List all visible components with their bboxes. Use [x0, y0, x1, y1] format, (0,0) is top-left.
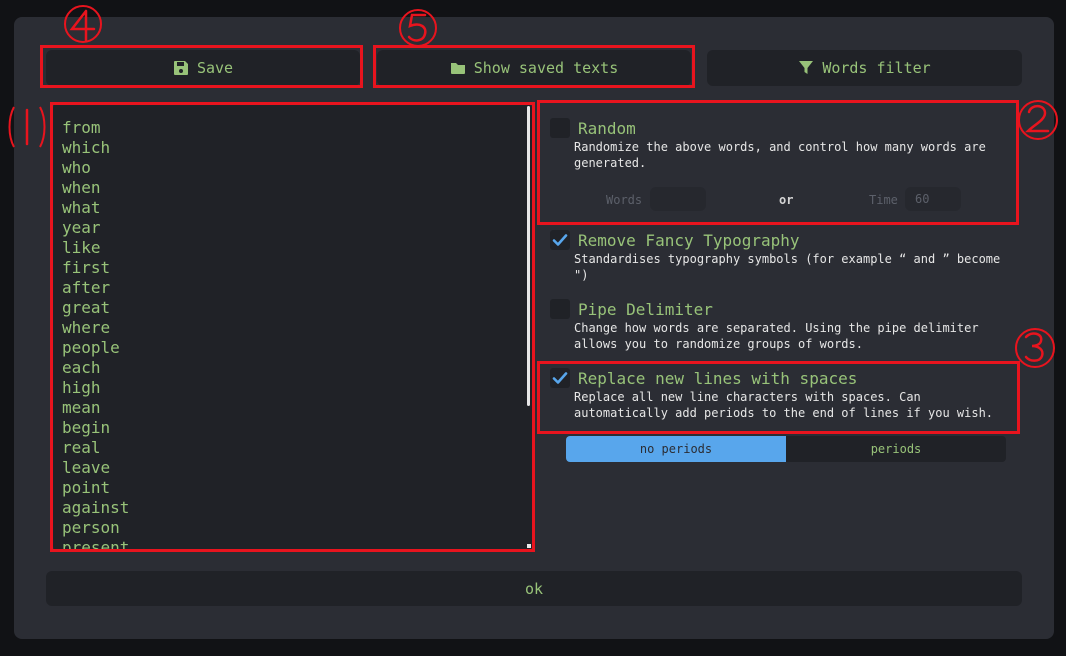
- fancy-typography-description: Standardises typography symbols (for exa…: [574, 252, 1001, 282]
- words-filter-label: Words filter: [822, 59, 931, 77]
- fancy-typography-checkbox[interactable]: [550, 230, 570, 250]
- filter-icon: [799, 61, 814, 74]
- ok-button[interactable]: ok: [46, 571, 1022, 606]
- annotation-4-icon: [64, 5, 102, 43]
- annotation-1-icon: [8, 106, 46, 148]
- annotation-box-editor: [50, 102, 535, 552]
- pipe-delimiter-description: Change how words are separated. Using th…: [574, 321, 979, 351]
- periods-toggle: no periods periods: [566, 436, 1006, 462]
- pipe-delimiter-title: Pipe Delimiter: [578, 300, 713, 319]
- annotation-box-show-saved: [373, 45, 695, 88]
- checkmark-icon: [552, 234, 568, 246]
- pipe-delimiter-checkbox[interactable]: [550, 299, 570, 319]
- periods-option[interactable]: periods: [786, 436, 1006, 462]
- annotation-box-random: [537, 100, 1019, 225]
- annotation-2-icon: [1018, 100, 1058, 140]
- words-filter-button[interactable]: Words filter: [707, 50, 1022, 86]
- no-periods-option[interactable]: no periods: [566, 436, 786, 462]
- annotation-box-newlines: [537, 361, 1020, 434]
- fancy-typography-title: Remove Fancy Typography: [578, 231, 800, 250]
- annotation-box-save: [40, 45, 363, 88]
- annotation-3-icon: [1015, 328, 1055, 368]
- annotation-5-icon: [399, 9, 437, 47]
